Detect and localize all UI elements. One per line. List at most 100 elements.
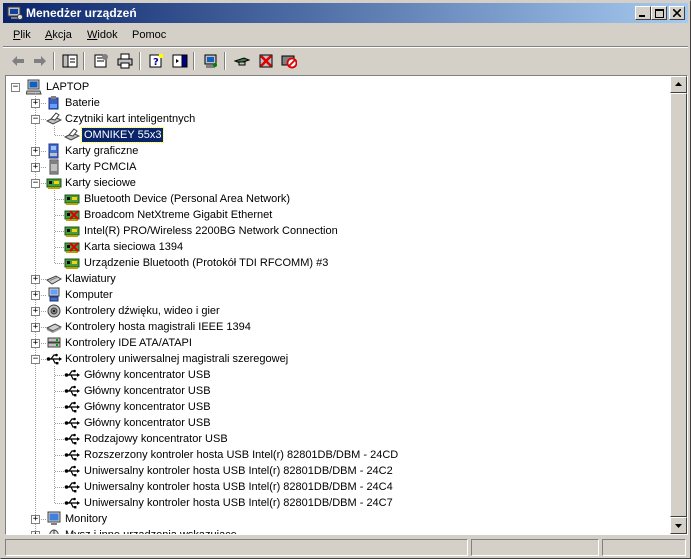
menu-widok[interactable]: Widok [87, 29, 118, 41]
tree-category[interactable]: + Klawiatury [6, 271, 646, 287]
tree-device[interactable]: Główny koncentrator USB [6, 383, 646, 399]
tree-category[interactable]: + Monitory [6, 511, 646, 527]
usb-icon [64, 481, 80, 493]
help-icon: ? [149, 54, 163, 68]
scroll-thumb[interactable] [670, 93, 687, 517]
properties-button[interactable] [91, 51, 111, 71]
menu-plik[interactable]: Plik [13, 29, 31, 41]
maximize-button[interactable] [651, 6, 667, 20]
scroll-down-icon [675, 524, 682, 528]
back-button[interactable] [8, 51, 28, 71]
uninstall-button[interactable] [256, 51, 276, 71]
minimize-button[interactable] [635, 6, 651, 20]
tree-device[interactable]: Główny koncentrator USB [6, 415, 646, 431]
tree-item-label: Broadcom NetXtreme Gigabit Ethernet [84, 209, 273, 221]
tree-item-label: Główny koncentrator USB [84, 417, 211, 429]
tree-device[interactable]: Uniwersalny kontroler hosta USB Intel(r)… [6, 495, 646, 511]
device-tree[interactable]: − LAPTOP + Baterie − Czytniki kart intelige… [5, 75, 688, 535]
expand-toggle[interactable]: + [31, 322, 40, 332]
scroll-down-button[interactable] [670, 517, 687, 534]
usb-icon [64, 401, 80, 413]
tree-device[interactable]: Bluetooth Device (Personal Area Network) [6, 191, 646, 207]
scroll-up-button[interactable] [670, 76, 687, 93]
title-bar[interactable]: Menedżer urządzeń [3, 3, 688, 23]
tree-category[interactable]: + Kontrolery dźwięku, wideo i gier [6, 303, 646, 319]
console-tree-button[interactable] [170, 51, 190, 71]
expand-toggle[interactable]: + [31, 162, 40, 172]
collapse-toggle[interactable]: − [31, 114, 40, 124]
network-card-disabled-icon [64, 210, 80, 221]
tree-category[interactable]: + Karty PCMCIA [6, 159, 646, 175]
update-driver-button[interactable] [232, 51, 252, 71]
tree-device[interactable]: Intel(R) PRO/Wireless 2200BG Network Con… [6, 223, 646, 239]
maximize-icon [655, 9, 664, 18]
tree-device[interactable]: Uniwersalny kontroler hosta USB Intel(r)… [6, 463, 646, 479]
tree-root-laptop[interactable]: − LAPTOP [6, 79, 306, 95]
print-button[interactable] [115, 51, 135, 71]
help-button[interactable]: ? [146, 51, 166, 71]
collapse-toggle[interactable]: − [31, 178, 40, 188]
scan-hardware-button[interactable] [201, 51, 221, 71]
tree-device[interactable]: Główny koncentrator USB [6, 399, 646, 415]
tree-category[interactable]: + Kontrolery hosta magistrali IEEE 1394 [6, 319, 646, 335]
tree-category[interactable]: − Czytniki kart inteligentnych [6, 111, 646, 127]
tree-item-label: Karty graficzne [65, 145, 139, 157]
update-driver-icon [234, 57, 250, 66]
device-manager-window: Menedżer urządzeń Plik Akcja Widok Pomoc [0, 0, 691, 559]
forward-button[interactable] [30, 51, 50, 71]
smartcard-reader-icon [46, 112, 62, 125]
tree-category[interactable]: + Komputer [6, 287, 646, 303]
tree-device[interactable]: OMNIKEY 55x3 [6, 127, 646, 143]
tree-category[interactable]: − Kontrolery uniwersalnej magistrali szer… [6, 351, 646, 367]
tree-category[interactable]: + Baterie [6, 95, 646, 111]
disable-button[interactable] [279, 51, 299, 71]
menu-pomoc[interactable]: Pomoc [132, 29, 166, 41]
tree-item-label: Główny koncentrator USB [84, 385, 211, 397]
tree-device[interactable]: Rozszerzony kontroler hosta USB Intel(r)… [6, 447, 646, 463]
scroll-up-icon [675, 82, 682, 86]
network-card-icon [46, 178, 62, 189]
tree-item-label: Główny koncentrator USB [84, 401, 211, 413]
properties-icon [94, 54, 108, 68]
menu-akcja[interactable]: Akcja [45, 29, 72, 41]
tree-root-label: LAPTOP [46, 81, 90, 93]
computer-icon [26, 79, 42, 95]
tree-device[interactable]: Karta sieciowa 1394 [6, 239, 646, 255]
tree-device[interactable]: Broadcom NetXtreme Gigabit Ethernet [6, 207, 646, 223]
tree-item-label: Czytniki kart inteligentnych [65, 113, 196, 125]
tree-device[interactable]: Uniwersalny kontroler hosta USB Intel(r)… [6, 479, 646, 495]
expand-toggle[interactable]: + [31, 338, 40, 348]
collapse-toggle[interactable]: − [11, 82, 20, 92]
show-hide-tree-button[interactable] [60, 51, 80, 71]
tree-device[interactable]: Rodzajowy koncentrator USB [6, 431, 646, 447]
expand-toggle[interactable]: + [31, 146, 40, 156]
tree-item-label: Karty sieciowe [65, 177, 136, 189]
display-adapter-icon [48, 143, 59, 159]
tree-item-label: Bluetooth Device (Personal Area Network) [84, 193, 291, 205]
tree-item-label: Uniwersalny kontroler hosta USB Intel(r)… [84, 465, 393, 477]
tree-category[interactable]: + Karty graficzne [6, 143, 646, 159]
expand-toggle[interactable]: + [31, 290, 40, 300]
usb-icon [64, 385, 80, 397]
computer-icon [48, 287, 60, 302]
tree-item-label: Urządzenie Bluetooth (Protokół TDI RFCOM… [84, 257, 329, 269]
expand-toggle[interactable]: + [31, 306, 40, 316]
print-icon [117, 53, 133, 69]
expand-toggle[interactable]: + [31, 98, 40, 108]
tree-device[interactable]: Urządzenie Bluetooth (Protokół TDI RFCOM… [6, 255, 646, 271]
tree-category[interactable]: − Karty sieciowe [6, 175, 646, 191]
close-button[interactable] [669, 6, 685, 20]
expand-toggle[interactable]: + [31, 514, 40, 524]
tree-category[interactable]: + Mysz i inne urządzenia wskazujące [6, 527, 646, 534]
monitor-icon [47, 511, 61, 525]
toolbar-separator [193, 52, 195, 70]
usb-icon [64, 417, 80, 429]
expand-toggle[interactable]: + [31, 274, 40, 284]
usb-icon [64, 497, 80, 509]
expand-toggle[interactable]: + [31, 530, 40, 534]
tree-item-label: Rodzajowy koncentrator USB [84, 433, 228, 445]
vertical-scrollbar[interactable] [670, 76, 687, 534]
collapse-toggle[interactable]: − [31, 354, 40, 364]
tree-device[interactable]: Główny koncentrator USB [6, 367, 646, 383]
tree-category[interactable]: + Kontrolery IDE ATA/ATAPI [6, 335, 646, 351]
